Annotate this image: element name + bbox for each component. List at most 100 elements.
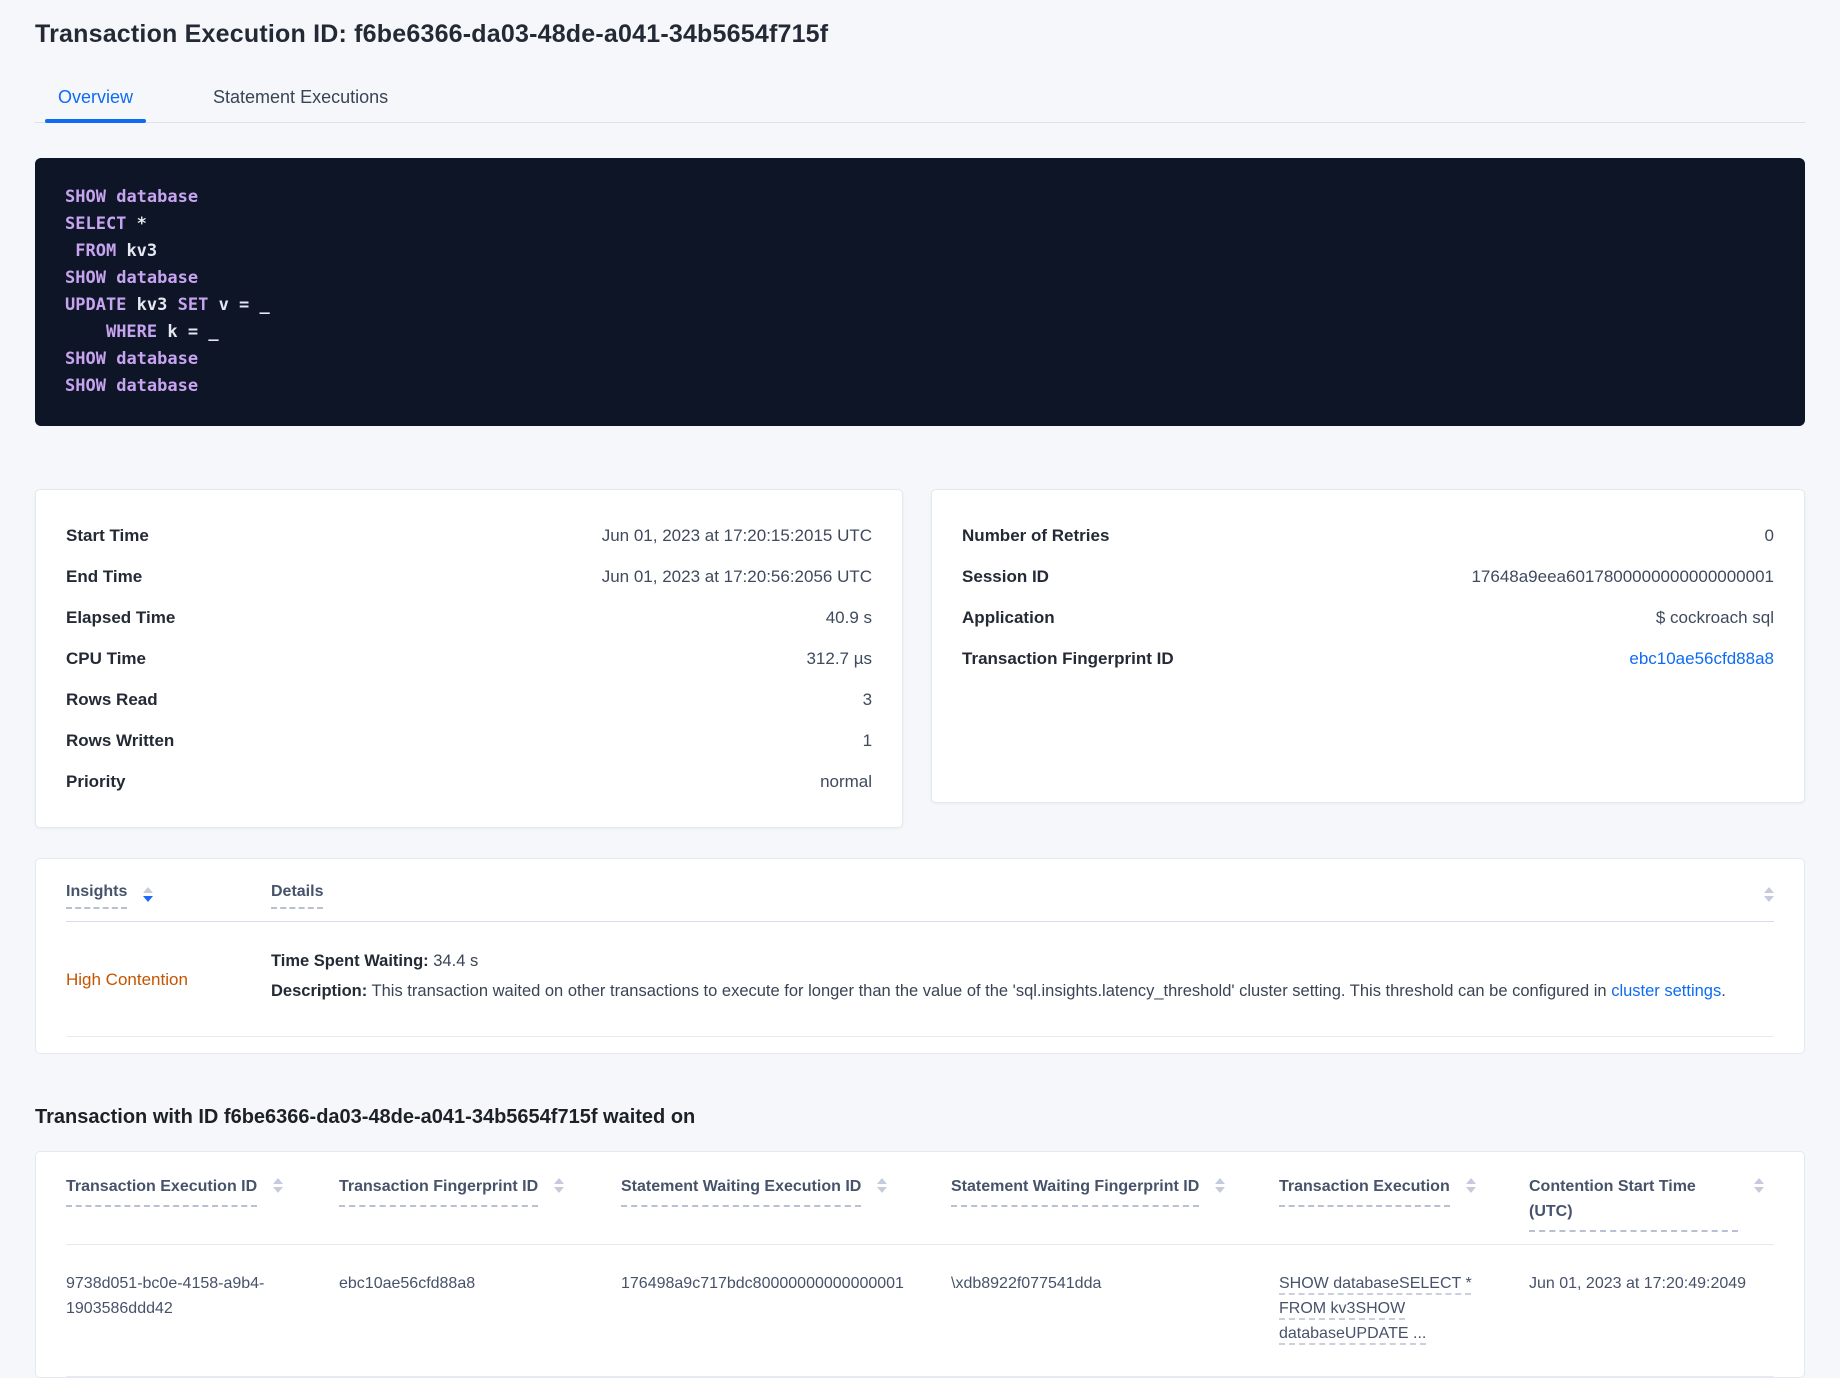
stat-value: 3 — [862, 690, 873, 709]
stat-label: CPU Time — [66, 649, 146, 668]
stat-row-rows-written: Rows Written 1 — [66, 721, 872, 762]
cell-transaction-execution-id: 9738d051-bc0e-4158-a9b4-1903586ddd42 — [66, 1275, 265, 1317]
column-header-transaction-execution[interactable]: Transaction Execution — [1279, 1174, 1529, 1232]
time-spent-waiting: Time Spent Waiting: 34.4 s — [271, 946, 1774, 976]
tab-overview[interactable]: Overview — [44, 77, 147, 123]
sql-keyword: database — [116, 268, 199, 288]
stat-label: Priority — [66, 772, 126, 791]
sql-keyword: SET — [177, 295, 209, 315]
cluster-settings-link[interactable]: cluster settings — [1611, 982, 1721, 1000]
column-label: Statement Waiting Execution ID — [621, 1174, 862, 1207]
stat-label: Start Time — [66, 526, 149, 545]
sql-keyword: SELECT — [65, 214, 127, 234]
stat-value: 17648a9eea6017800000000000000001 — [1471, 567, 1774, 586]
stat-value: normal — [820, 772, 873, 791]
stat-label: Rows Read — [66, 690, 158, 709]
column-header-extra[interactable] — [1748, 883, 1774, 902]
sql-line: WHERE k = _ — [65, 319, 1775, 346]
sort-icon[interactable] — [1465, 1178, 1476, 1193]
execution-meta-card: Number of Retries 0 Session ID 17648a9ee… — [931, 489, 1805, 803]
insight-description: Description: This transaction waited on … — [271, 976, 1774, 1006]
sort-icon[interactable] — [1764, 887, 1774, 902]
transaction-execution-link[interactable]: SHOW databaseSELECT * FROM kv3SHOW datab… — [1279, 1275, 1472, 1342]
sort-icon[interactable] — [1215, 1178, 1226, 1193]
stat-label: Rows Written — [66, 731, 175, 750]
stat-row-number-of-retries: Number of Retries 0 — [962, 516, 1774, 557]
waiting-value: 34.4 s — [428, 952, 479, 970]
sql-text: v = _ — [208, 295, 270, 315]
stat-value: Jun 01, 2023 at 17:20:15:2015 UTC — [601, 526, 873, 545]
sort-icon[interactable] — [554, 1178, 565, 1193]
stat-label: End Time — [66, 567, 143, 586]
insight-row: High Contention Time Spent Waiting: 34.4… — [66, 922, 1774, 1037]
sql-text: k = _ — [157, 322, 219, 342]
stat-row-cpu-time: CPU Time 312.7 µs — [66, 639, 872, 680]
description-suffix: . — [1721, 982, 1726, 1000]
stat-row-start-time: Start Time Jun 01, 2023 at 17:20:15:2015… — [66, 516, 872, 557]
stat-value: 0 — [1764, 526, 1774, 545]
column-header-statement-waiting-execution-id[interactable]: Statement Waiting Execution ID — [621, 1174, 951, 1232]
sort-icon[interactable] — [877, 1178, 888, 1193]
column-label: Transaction Execution — [1279, 1174, 1450, 1207]
insights-card-footer — [66, 1037, 1774, 1053]
column-label: Insights — [66, 883, 128, 909]
sort-icon[interactable] — [273, 1178, 284, 1193]
column-header-transaction-fingerprint-id[interactable]: Transaction Fingerprint ID — [339, 1174, 621, 1232]
insight-type-badge: High Contention — [66, 970, 188, 989]
stat-row-rows-read: Rows Read 3 — [66, 680, 872, 721]
sql-line: SELECT * — [65, 211, 1775, 238]
column-header-contention-start-time[interactable]: Contention Start Time (UTC) — [1529, 1174, 1774, 1232]
sql-keyword: WHERE — [105, 322, 158, 342]
waited-on-table-header: Transaction Execution ID Transaction Fin… — [66, 1152, 1774, 1245]
sql-statements-box: SHOW database SELECT * FROM kv3 SHOW dat… — [35, 158, 1805, 426]
sql-text: * — [126, 214, 147, 234]
cell-transaction-fingerprint-id: ebc10ae56cfd88a8 — [339, 1275, 476, 1292]
transaction-fingerprint-link[interactable]: ebc10ae56cfd88a8 — [1629, 649, 1774, 669]
stat-value: 312.7 µs — [806, 649, 873, 668]
stat-row-session-id: Session ID 17648a9eea6017800000000000000… — [962, 557, 1774, 598]
waited-on-heading: Transaction with ID f6be6366-da03-48de-a… — [35, 1106, 696, 1128]
column-header-details[interactable]: Details — [271, 883, 1748, 909]
stat-label: Application — [962, 608, 1055, 627]
waited-on-table-row: 9738d051-bc0e-4158-a9b4-1903586ddd42 ebc… — [66, 1245, 1774, 1377]
column-label: Statement Waiting Fingerprint ID — [951, 1174, 1200, 1207]
stat-row-end-time: End Time Jun 01, 2023 at 17:20:56:2056 U… — [66, 557, 872, 598]
stat-label: Transaction Fingerprint ID — [962, 649, 1174, 668]
waited-on-table-card: Transaction Execution ID Transaction Fin… — [35, 1151, 1805, 1378]
description-text: This transaction waited on other transac… — [367, 982, 1612, 1000]
sql-line: UPDATE kv3 SET v = _ — [65, 292, 1775, 319]
stat-row-elapsed-time: Elapsed Time 40.9 s — [66, 598, 872, 639]
insights-table-header: Insights Details — [66, 859, 1774, 922]
tab-statement-executions[interactable]: Statement Executions — [207, 77, 394, 122]
sql-line: FROM kv3 — [65, 238, 1775, 265]
tab-bar: Overview Statement Executions — [35, 77, 1805, 123]
description-label: Description: — [271, 982, 368, 1000]
stat-value: 1 — [862, 731, 873, 750]
stat-value: Jun 01, 2023 at 17:20:56:2056 UTC — [601, 567, 873, 586]
column-header-insights[interactable]: Insights — [66, 883, 271, 909]
sort-icon[interactable] — [143, 887, 154, 902]
sql-keyword: SHOW — [65, 376, 106, 396]
sql-keyword: FROM — [75, 241, 117, 261]
stat-label: Number of Retries — [962, 526, 1110, 545]
column-header-statement-waiting-fingerprint-id[interactable]: Statement Waiting Fingerprint ID — [951, 1174, 1279, 1232]
sql-line: SHOW database — [65, 373, 1775, 400]
sql-keyword: SHOW — [65, 349, 106, 369]
sql-keyword: database — [116, 187, 199, 207]
sql-keyword: SHOW — [65, 268, 106, 288]
sql-line: SHOW database — [65, 346, 1775, 373]
cell-contention-start-time: Jun 01, 2023 at 17:20:49:2049 — [1529, 1275, 1747, 1292]
column-header-transaction-execution-id[interactable]: Transaction Execution ID — [66, 1174, 339, 1232]
cell-transaction-execution: SHOW databaseSELECT * FROM kv3SHOW datab… — [1279, 1271, 1529, 1346]
sort-icon[interactable] — [1754, 1178, 1764, 1193]
stat-row-application: Application $ cockroach sql — [962, 598, 1774, 639]
stat-label: Session ID — [962, 567, 1049, 586]
page-title: Transaction Execution ID: f6be6366-da03-… — [35, 20, 829, 48]
stat-row-transaction-fingerprint-id: Transaction Fingerprint ID ebc10ae56cfd8… — [962, 639, 1774, 680]
waiting-label: Time Spent Waiting: — [271, 952, 429, 970]
